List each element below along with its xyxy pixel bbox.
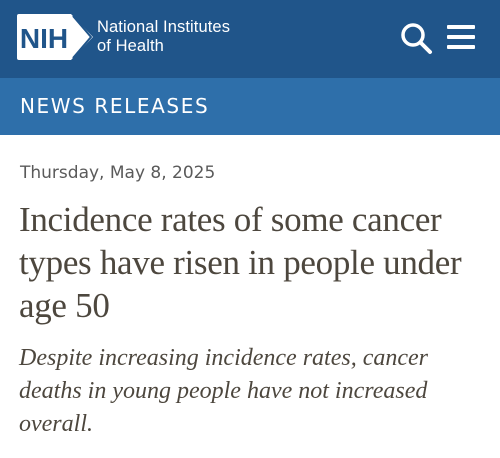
article-date: Thursday, May 8, 2025 [20,163,216,183]
article-headline: Incidence rates of some cancer types hav… [19,200,462,325]
logo-line-1: National Institutes [97,18,231,36]
search-button[interactable] [399,21,433,55]
logo-wordmark: National Institutes of Health [97,18,230,56]
search-icon [401,23,432,54]
logo-mark-text: NIH [20,23,68,54]
menu-button[interactable] [445,22,477,52]
section-title[interactable]: NEWS RELEASES [20,94,209,118]
top-navigation-bar: NIH National Institutes of Health [0,0,500,78]
nih-logo[interactable]: NIH National Institutes of Health [17,14,230,60]
article-subheadline: Despite increasing incidence rates, canc… [19,345,428,437]
logo-line-2: of Health [97,37,164,55]
nih-logo-mark: NIH [17,14,93,60]
